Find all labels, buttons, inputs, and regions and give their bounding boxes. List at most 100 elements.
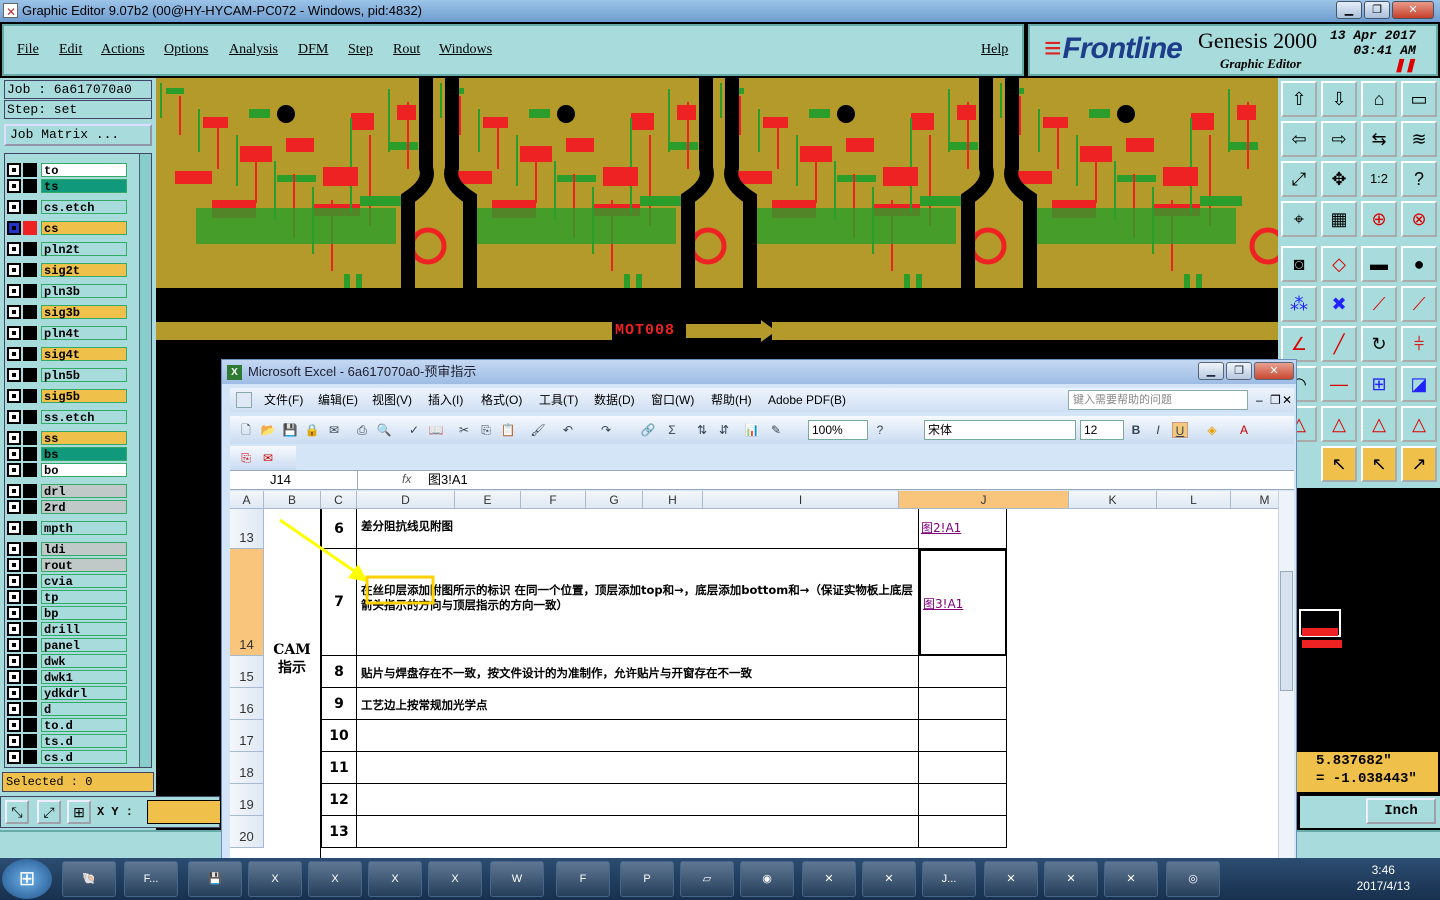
layer-color-swatch[interactable] (23, 557, 37, 572)
layer-color-swatch[interactable] (23, 446, 37, 461)
column-header-l[interactable]: L (1157, 491, 1231, 509)
layer-color-swatch[interactable] (23, 733, 37, 748)
layer-color-swatch[interactable] (23, 499, 37, 514)
tool-box-icon[interactable]: ⊞ (1361, 366, 1397, 402)
menu-actions[interactable]: Actions (101, 42, 145, 58)
layer-row-rout[interactable]: rout (7, 557, 127, 573)
tool-edit-icon[interactable]: ◇ (1321, 246, 1357, 282)
step-field[interactable]: Step: set (4, 100, 152, 119)
layer-name[interactable]: dwk1 (41, 669, 127, 685)
undo-icon[interactable]: ↶ (560, 422, 576, 438)
system-clock[interactable]: 3:46 2017/4/13 (1357, 862, 1410, 894)
grid-icon[interactable]: ⊞ (67, 800, 91, 824)
layer-checkbox[interactable] (7, 669, 21, 684)
layer-checkbox[interactable] (7, 430, 21, 445)
layer-row-bo[interactable]: bo (7, 462, 127, 478)
taskbar-genesis4-icon[interactable]: ✕ (984, 861, 1038, 897)
layer-row-panel[interactable]: panel (7, 637, 127, 653)
menu-file[interactable]: File (17, 42, 39, 58)
column-header-g[interactable]: G (586, 491, 643, 509)
layer-name[interactable]: bs (41, 446, 127, 462)
copy-icon[interactable]: ⎘ (478, 422, 494, 438)
instruction-cell[interactable] (357, 784, 919, 816)
layer-row-cs-d[interactable]: cs.d (7, 749, 127, 765)
layer-row-sig2t[interactable]: sig2t (7, 262, 127, 278)
excel-menu-help[interactable]: 帮助(H) (711, 388, 752, 412)
layer-color-swatch[interactable] (23, 653, 37, 668)
link-cell[interactable]: 图3!A1 (919, 549, 1007, 656)
paste-icon[interactable]: 📋 (500, 422, 516, 438)
taskbar-excel2-icon[interactable]: X (308, 861, 362, 897)
tool-split-icon[interactable]: ⫩ (1401, 326, 1437, 362)
layer-row-ts-d[interactable]: ts.d (7, 733, 127, 749)
taskbar-frontline-icon[interactable]: F (556, 861, 610, 897)
layer-row-bp[interactable]: bp (7, 605, 127, 621)
layer-name[interactable]: d (41, 701, 127, 717)
chart-icon[interactable]: 📊 (744, 422, 760, 438)
doc-close-icon[interactable]: ✕ (1282, 388, 1292, 412)
instruction-cell[interactable]: 工艺边上按常规加光学点 (357, 688, 919, 720)
excel-menu-format[interactable]: 格式(O) (481, 388, 522, 412)
font-size-select[interactable]: 12 (1080, 420, 1124, 440)
hyperlink-icon[interactable]: 🔗 (640, 422, 656, 438)
doc-restore-icon[interactable]: ❐ (1270, 388, 1281, 412)
layer-name[interactable]: tp (41, 589, 127, 605)
layer-row-dwk[interactable]: dwk (7, 653, 127, 669)
layer-color-swatch[interactable] (23, 749, 37, 764)
column-header-h[interactable]: H (643, 491, 703, 509)
instruction-cell[interactable] (357, 752, 919, 784)
layer-row-sig5b[interactable]: sig5b (7, 388, 127, 404)
print-icon[interactable]: ⎙ (354, 422, 370, 438)
layer-color-swatch[interactable] (23, 304, 37, 319)
row-header[interactable]: 18 (230, 752, 264, 784)
taskbar-excel3-icon[interactable]: X (368, 861, 422, 897)
tool-help-icon[interactable]: ? (1401, 161, 1437, 197)
units-button[interactable]: Inch (1366, 798, 1436, 824)
layer-name[interactable]: cvia (41, 573, 127, 589)
close-button[interactable]: ✕ (1392, 1, 1434, 19)
layer-color-swatch[interactable] (23, 621, 37, 636)
excel-close-button[interactable]: ✕ (1254, 362, 1294, 380)
layer-checkbox[interactable] (7, 162, 21, 177)
layer-row-dwk1[interactable]: dwk1 (7, 669, 127, 685)
layer-name[interactable]: ss (41, 430, 127, 446)
layer-checkbox[interactable] (7, 499, 21, 514)
excel-menu-insert[interactable]: 插入(I) (428, 388, 463, 412)
layer-color-swatch[interactable] (23, 541, 37, 556)
layer-row-ydkdrl[interactable]: ydkdrl (7, 685, 127, 701)
excel-menu-edit[interactable]: 编辑(E) (318, 388, 358, 412)
item-number-cell[interactable]: 13 (321, 816, 357, 848)
layer-row-cs-etch[interactable]: cs.etch (7, 199, 127, 215)
tool-pointer3-icon[interactable]: ↗ (1401, 446, 1437, 482)
layer-color-swatch[interactable] (23, 409, 37, 424)
tool-fit-icon[interactable]: ⤢ (1281, 161, 1317, 197)
layer-checkbox[interactable] (7, 733, 21, 748)
layer-checkbox[interactable] (7, 520, 21, 535)
layer-row-d[interactable]: d (7, 701, 127, 717)
tool-snap-icon[interactable]: ⊕ (1361, 201, 1397, 237)
layer-name[interactable]: drl (41, 483, 127, 499)
layer-checkbox[interactable] (7, 749, 21, 764)
layer-color-swatch[interactable] (23, 573, 37, 588)
layer-color-swatch[interactable] (23, 346, 37, 361)
layer-checkbox[interactable] (7, 241, 21, 256)
layer-name[interactable]: pln4t (41, 325, 127, 341)
layer-color-swatch[interactable] (23, 520, 37, 535)
layer-name[interactable]: ydkdrl (41, 685, 127, 701)
layer-name[interactable]: cs.etch (41, 199, 127, 215)
tool-scale-icon[interactable]: 1:2 (1361, 161, 1397, 197)
link-cell[interactable] (919, 752, 1007, 784)
layer-checkbox[interactable] (7, 220, 21, 235)
layer-row-pln5b[interactable]: pln5b (7, 367, 127, 383)
layer-color-swatch[interactable] (23, 262, 37, 277)
excel-menu-view[interactable]: 视图(V) (372, 388, 412, 412)
layer-checkbox[interactable] (7, 346, 21, 361)
layer-checkbox[interactable] (7, 701, 21, 716)
layer-row-pln3b[interactable]: pln3b (7, 283, 127, 299)
row-header[interactable]: 17 (230, 720, 264, 752)
tool-zoom-home-icon[interactable]: ⇧ (1281, 81, 1317, 117)
pdf-convert-icon[interactable]: ⎘ (238, 450, 254, 466)
layer-row-drl[interactable]: drl (7, 483, 127, 499)
layer-scrollbar[interactable] (139, 154, 151, 767)
tool-line-icon[interactable]: ⟋ (1361, 286, 1397, 322)
